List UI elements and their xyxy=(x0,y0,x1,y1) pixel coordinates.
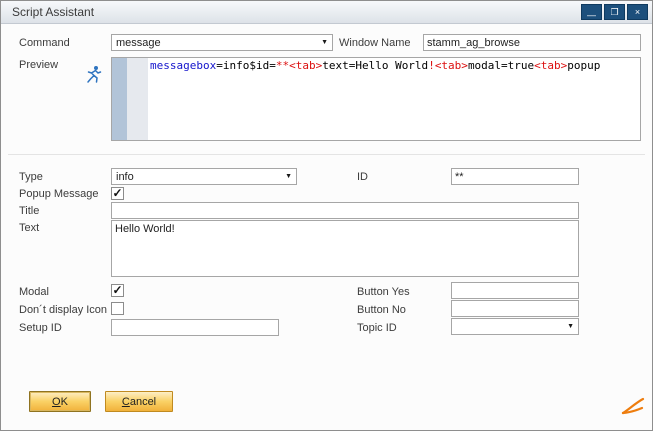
titlebar[interactable]: Script Assistant — ❐ × xyxy=(1,1,652,24)
ok-button[interactable]: OK xyxy=(29,391,91,412)
dont-display-icon-label: Don´t display Icon xyxy=(19,304,107,316)
modal-checkbox[interactable] xyxy=(111,284,124,297)
topic-id-combobox[interactable]: ▼ xyxy=(451,318,579,335)
preview-editor[interactable]: messagebox=info$id=**<tab>text=Hello Wor… xyxy=(111,57,641,141)
preview-label: Preview xyxy=(19,59,58,71)
cancel-button-accel: C xyxy=(122,396,130,408)
close-button[interactable]: × xyxy=(627,4,648,20)
text-textarea[interactable]: Hello World! xyxy=(111,220,579,277)
command-label: Command xyxy=(19,37,70,49)
cancel-button-rest: ancel xyxy=(130,396,156,408)
button-yes-label: Button Yes xyxy=(357,286,410,298)
title-input[interactable] xyxy=(111,202,579,219)
button-no-label: Button No xyxy=(357,304,406,316)
maximize-button[interactable]: ❐ xyxy=(604,4,625,20)
dont-display-icon-checkbox[interactable] xyxy=(111,302,124,315)
script-assistant-window: Script Assistant — ❐ × Command message ▼… xyxy=(0,0,653,431)
ok-button-rest: K xyxy=(61,396,68,408)
id-input[interactable] xyxy=(451,168,579,185)
id-label: ID xyxy=(357,171,368,183)
running-man-icon xyxy=(85,65,102,87)
setup-id-label: Setup ID xyxy=(19,322,62,334)
cancel-button[interactable]: Cancel xyxy=(105,391,173,412)
type-value: info xyxy=(116,171,134,183)
window-controls: — ❐ × xyxy=(581,4,648,20)
window-name-label: Window Name xyxy=(339,37,411,49)
ok-button-accel: O xyxy=(52,396,61,408)
modal-label: Modal xyxy=(19,286,49,298)
popup-message-checkbox[interactable] xyxy=(111,187,124,200)
close-icon: × xyxy=(635,8,640,17)
editor-gutter-margin xyxy=(127,58,148,140)
topic-id-label: Topic ID xyxy=(357,322,397,334)
button-no-input[interactable] xyxy=(451,300,579,317)
window-name-input[interactable] xyxy=(423,34,641,51)
minimize-icon: — xyxy=(587,11,596,20)
setup-id-input[interactable] xyxy=(111,319,279,336)
popup-message-label: Popup Message xyxy=(19,188,99,200)
command-value: message xyxy=(116,37,161,49)
chevron-down-icon: ▼ xyxy=(321,39,328,46)
chevron-down-icon: ▼ xyxy=(285,173,292,180)
editor-gutter-selection xyxy=(112,58,127,140)
chevron-down-icon: ▼ xyxy=(567,323,574,330)
text-label: Text xyxy=(19,222,39,234)
title-label: Title xyxy=(19,205,39,217)
maximize-icon: ❐ xyxy=(610,8,618,17)
type-combobox[interactable]: info ▼ xyxy=(111,168,297,185)
type-label: Type xyxy=(19,171,43,183)
command-combobox[interactable]: message ▼ xyxy=(111,34,333,51)
pencil-mark-icon xyxy=(621,397,645,418)
minimize-button[interactable]: — xyxy=(581,4,602,20)
window-title: Script Assistant xyxy=(12,5,94,19)
section-divider xyxy=(8,154,645,155)
button-yes-input[interactable] xyxy=(451,282,579,299)
preview-code: messagebox=info$id=**<tab>text=Hello Wor… xyxy=(150,59,638,73)
